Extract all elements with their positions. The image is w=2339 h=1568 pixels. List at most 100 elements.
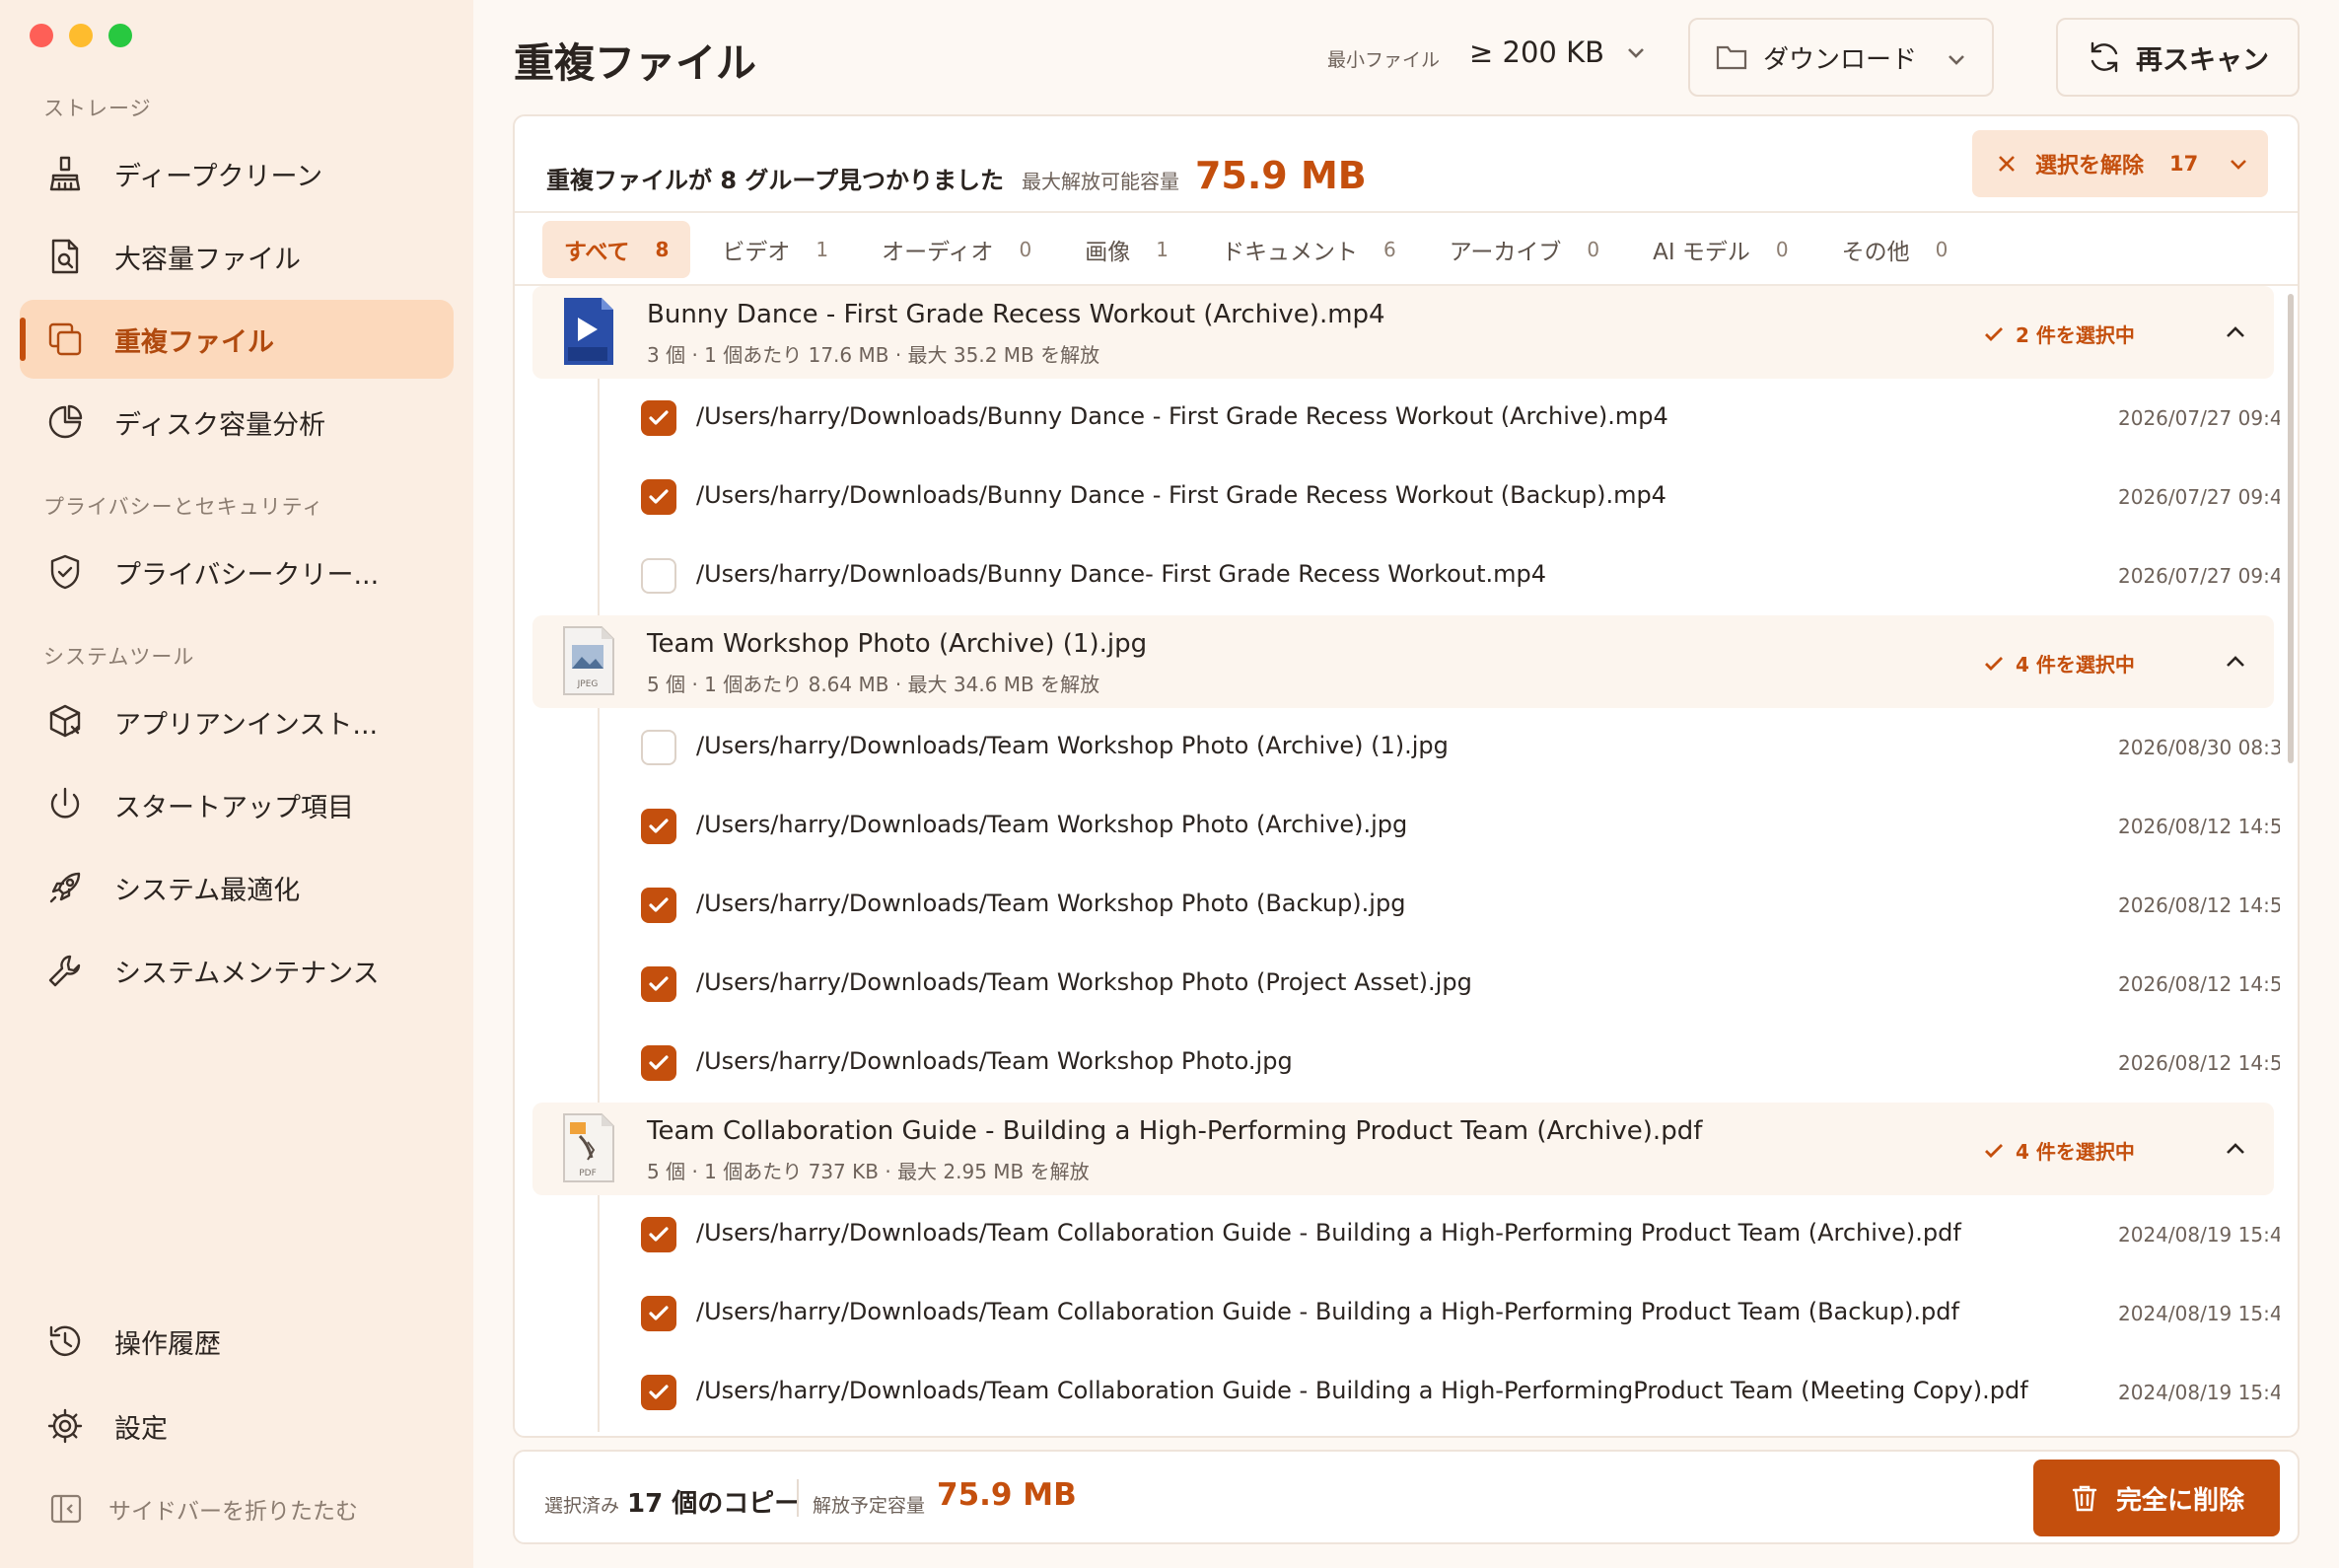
file-row[interactable]: /Users/harry/Downloads/Team Workshop Pho… bbox=[600, 787, 2280, 866]
sidebar-item-duplicate-files[interactable]: 重複ファイル bbox=[20, 300, 454, 379]
file-checkbox[interactable] bbox=[641, 558, 676, 594]
sidebar-item-optimize[interactable]: システム最適化 bbox=[20, 848, 454, 927]
file-checkbox[interactable] bbox=[641, 1375, 676, 1410]
min-file-size-select[interactable]: ≥ 200 KB bbox=[1469, 36, 1648, 69]
sidebar: ストレージ ディープクリーン 大容量ファイル 重複ファイル ディスク容量分析 プ… bbox=[0, 0, 473, 1568]
active-indicator bbox=[20, 318, 26, 361]
file-path: /Users/harry/Downloads/Team Workshop Pho… bbox=[696, 968, 1472, 996]
file-checkbox[interactable] bbox=[641, 730, 676, 765]
chevron-down-icon bbox=[1628, 48, 1644, 58]
sidebar-item-app-uninstall[interactable]: アプリアンインスト... bbox=[20, 682, 454, 761]
group-header[interactable]: JPEG Team Workshop Photo (Archive) (1).j… bbox=[532, 615, 2274, 708]
sidebar-item-large-files[interactable]: 大容量ファイル bbox=[20, 217, 454, 296]
tab-other[interactable]: その他 0 bbox=[1820, 221, 1970, 278]
sidebar-item-settings[interactable]: 設定 bbox=[20, 1387, 454, 1465]
file-row[interactable]: /Users/harry/Downloads/Team Workshop Pho… bbox=[600, 1024, 2280, 1103]
freeable-value: 75.9 MB bbox=[937, 1477, 1077, 1513]
file-checkbox[interactable] bbox=[641, 809, 676, 844]
file-date: 2026/08/12 14:56 bbox=[2118, 972, 2280, 996]
sidebar-item-label: ディスク容量分析 bbox=[114, 409, 326, 441]
file-row[interactable]: /Users/harry/Downloads/Team Workshop Pho… bbox=[600, 945, 2280, 1024]
tab-document[interactable]: ドキュメント 6 bbox=[1200, 221, 1418, 278]
group-selection-text: 4 件を選択中 bbox=[2016, 1140, 2135, 1164]
sidebar-section-storage: ストレージ bbox=[43, 97, 152, 120]
sidebar-item-label: 重複ファイル bbox=[114, 326, 274, 358]
sidebar-item-label: スタートアップ項目 bbox=[114, 792, 354, 823]
file-row[interactable]: /Users/harry/Downloads/Team Collaboratio… bbox=[600, 1353, 2280, 1432]
rescan-button[interactable]: 再スキャン bbox=[2056, 18, 2300, 97]
file-row[interactable]: /Users/harry/Downloads/Team Workshop Pho… bbox=[600, 866, 2280, 945]
sidebar-item-history[interactable]: 操作履歴 bbox=[20, 1302, 454, 1381]
file-date: 2026/08/12 14:56 bbox=[2118, 815, 2280, 838]
action-bar: 選択済み 17 個のコピー 解放予定容量 75.9 MB 完全に削除 bbox=[513, 1450, 2300, 1544]
sidebar-item-startup[interactable]: スタートアップ項目 bbox=[20, 765, 454, 844]
chevron-down-icon bbox=[2231, 160, 2246, 170]
file-path: /Users/harry/Downloads/Team Collaboratio… bbox=[696, 1219, 1961, 1247]
deselect-count: 17 bbox=[2169, 152, 2199, 176]
check-icon bbox=[1985, 656, 2003, 671]
file-checkbox[interactable] bbox=[641, 888, 676, 923]
sidebar-item-label: ディープクリーン bbox=[114, 161, 323, 192]
file-row[interactable]: /Users/harry/Downloads/Bunny Dance - Fir… bbox=[600, 379, 2280, 458]
file-checkbox[interactable] bbox=[641, 966, 676, 1002]
duplicate-group: Bunny Dance - First Grade Recess Workout… bbox=[515, 286, 2280, 615]
sidebar-collapse-button[interactable]: サイドバーを折りたたむ bbox=[49, 1489, 358, 1529]
tab-all[interactable]: すべて 8 bbox=[542, 221, 691, 278]
zoom-window-button[interactable] bbox=[108, 24, 132, 47]
file-row[interactable]: /Users/harry/Downloads/Bunny Dance - Fir… bbox=[600, 458, 2280, 536]
freeable-label: 解放予定容量 bbox=[813, 1495, 926, 1517]
results-summary: 重複ファイルが 8 グループ見つかりました 最大解放可能容量 75.9 MB bbox=[546, 154, 1367, 197]
sidebar-section-privacy: プライバシーとセキュリティ bbox=[43, 495, 324, 519]
deselect-button[interactable]: 選択を解除 17 bbox=[1972, 130, 2268, 197]
file-row[interactable]: /Users/harry/Downloads/Team Workshop Pho… bbox=[600, 708, 2280, 787]
jpeg-file-icon: JPEG bbox=[558, 625, 617, 696]
folder-select[interactable]: ダウンロード bbox=[1688, 18, 1994, 97]
chevron-down-icon bbox=[1949, 55, 1964, 65]
file-date: 2026/08/12 14:56 bbox=[2118, 893, 2280, 917]
package-x-icon bbox=[45, 702, 85, 742]
group-header[interactable]: PDF Team Collaboration Guide - Building … bbox=[532, 1103, 2274, 1195]
chevron-up-icon[interactable] bbox=[2223, 649, 2248, 675]
delete-permanently-button[interactable]: 完全に削除 bbox=[2033, 1460, 2280, 1536]
page-title: 重複ファイル bbox=[514, 39, 756, 87]
tab-video[interactable]: ビデオ 1 bbox=[700, 221, 850, 278]
divider bbox=[515, 211, 2298, 213]
file-row[interactable]: /Users/harry/Downloads/Bunny Dance- Firs… bbox=[600, 536, 2280, 615]
check-icon bbox=[649, 1385, 669, 1399]
minimize-window-button[interactable] bbox=[69, 24, 93, 47]
file-path: /Users/harry/Downloads/Bunny Dance - Fir… bbox=[696, 481, 1666, 509]
tab-count: 1 bbox=[815, 238, 829, 261]
file-date: 2026/08/12 14:56 bbox=[2118, 1051, 2280, 1075]
category-tabs: すべて 8 ビデオ 1 オーディオ 0 画像 1 ドキュメント 6 アーカイブ 0 AI モ… bbox=[542, 221, 1979, 278]
file-checkbox[interactable] bbox=[641, 400, 676, 436]
tab-image[interactable]: 画像 1 bbox=[1063, 221, 1190, 278]
sidebar-item-disk-analysis[interactable]: ディスク容量分析 bbox=[20, 383, 454, 462]
file-checkbox[interactable] bbox=[641, 1217, 676, 1252]
tab-ai-model[interactable]: AI モデル 0 bbox=[1631, 221, 1810, 278]
trash-icon bbox=[2072, 1485, 2097, 1512]
tab-label: AI モデル bbox=[1653, 240, 1750, 265]
rocket-icon bbox=[45, 868, 85, 907]
group-header[interactable]: Bunny Dance - First Grade Recess Workout… bbox=[532, 286, 2274, 379]
tab-count: 0 bbox=[1775, 238, 1789, 261]
file-checkbox[interactable] bbox=[641, 479, 676, 515]
file-date: 2026/07/27 09:48 bbox=[2118, 406, 2280, 430]
sidebar-item-label: 操作履歴 bbox=[114, 1328, 221, 1360]
chevron-up-icon[interactable] bbox=[2223, 1136, 2248, 1162]
sidebar-item-maintenance[interactable]: システムメンテナンス bbox=[20, 931, 454, 1010]
file-path: /Users/harry/Downloads/Team Workshop Pho… bbox=[696, 732, 1449, 759]
file-checkbox[interactable] bbox=[641, 1296, 676, 1331]
sidebar-item-deep-clean[interactable]: ディープクリーン bbox=[20, 134, 454, 213]
file-checkbox[interactable] bbox=[641, 1045, 676, 1081]
tab-audio[interactable]: オーディオ 0 bbox=[860, 221, 1053, 278]
close-window-button[interactable] bbox=[30, 24, 53, 47]
folder-select-value: ダウンロード bbox=[1763, 44, 1918, 75]
divider bbox=[797, 1479, 799, 1517]
scrollbar[interactable] bbox=[2288, 294, 2294, 763]
sidebar-item-privacy-clean[interactable]: プライバシークリー... bbox=[20, 533, 454, 611]
sidebar-item-label: 大容量ファイル bbox=[114, 244, 301, 275]
tab-archive[interactable]: アーカイブ 0 bbox=[1428, 221, 1621, 278]
chevron-up-icon[interactable] bbox=[2223, 320, 2248, 345]
file-row[interactable]: /Users/harry/Downloads/Team Collaboratio… bbox=[600, 1274, 2280, 1353]
file-row[interactable]: /Users/harry/Downloads/Team Collaboratio… bbox=[600, 1195, 2280, 1274]
